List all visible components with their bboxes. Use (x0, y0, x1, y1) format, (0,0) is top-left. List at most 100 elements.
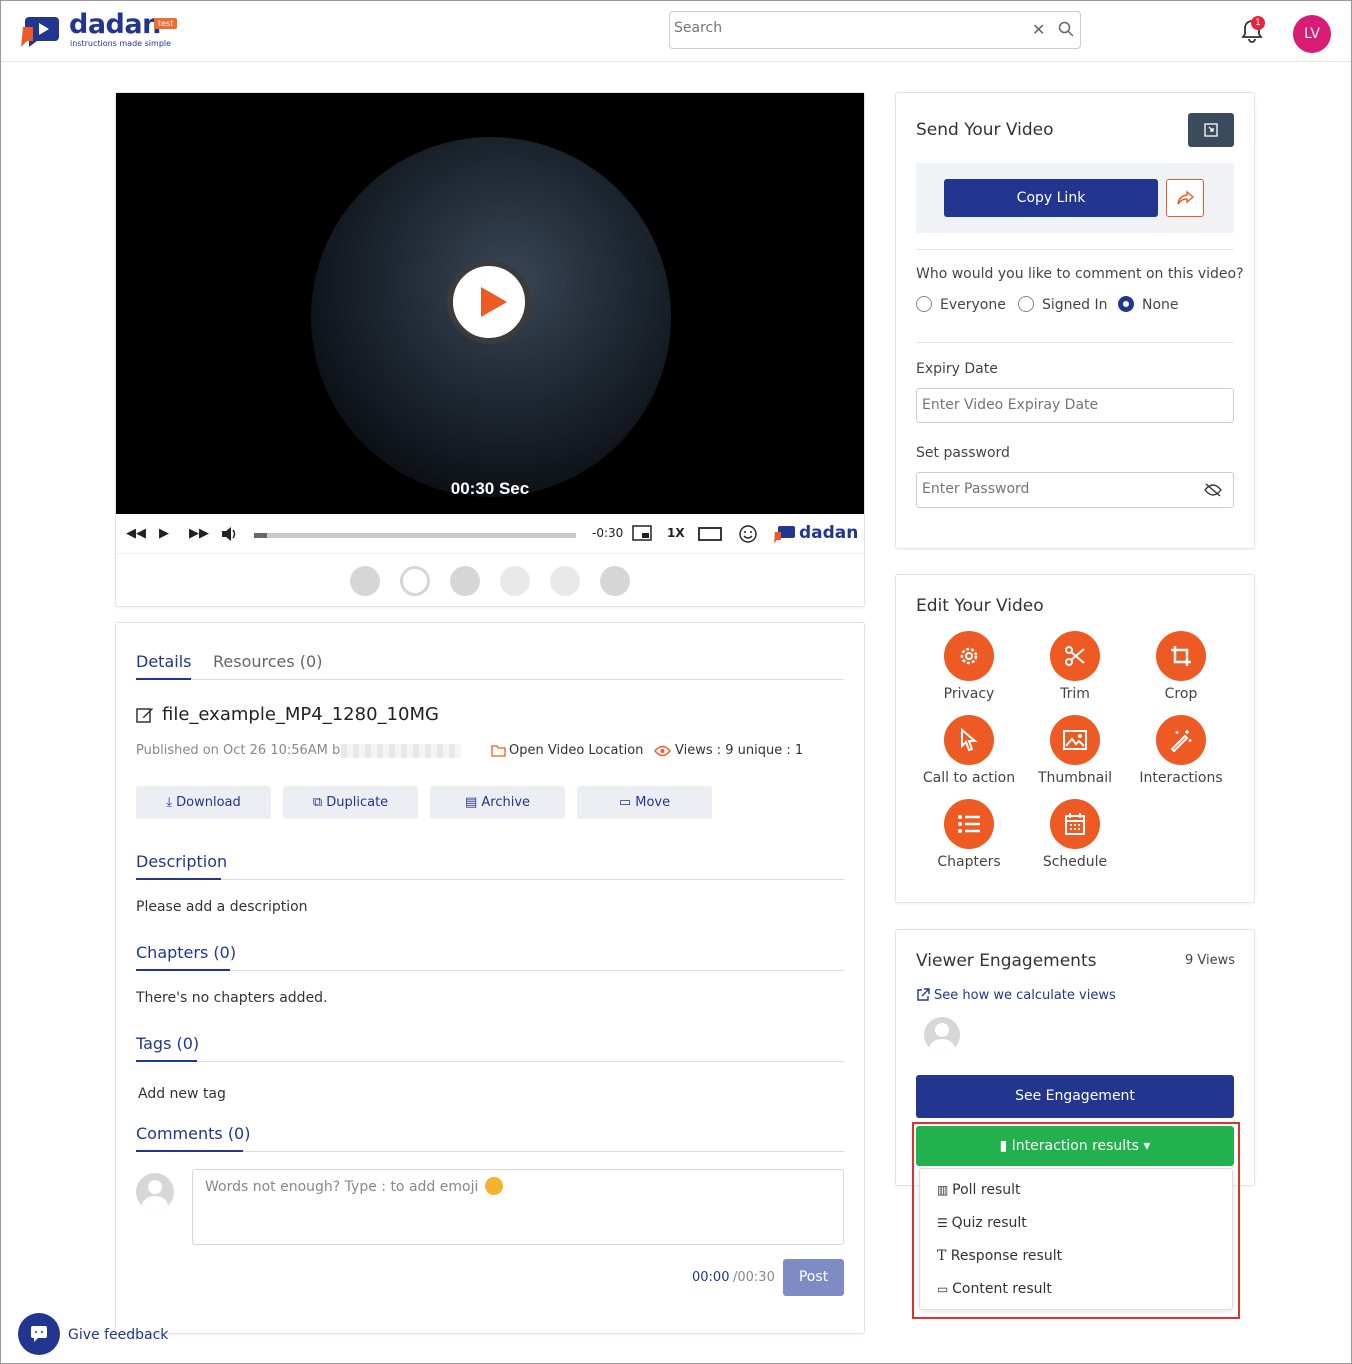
fast-forward-icon[interactable]: ▶▶ (189, 526, 209, 541)
copy-link-button[interactable]: Copy Link (944, 179, 1158, 217)
chapters-label[interactable]: Chapters (914, 854, 1024, 870)
call-to-action-label[interactable]: Call to action (914, 770, 1024, 786)
move-button[interactable]: ▭ Move (577, 786, 712, 819)
poll-result-label: Poll result (952, 1182, 1021, 1198)
like-reaction-icon[interactable] (350, 566, 380, 596)
edit-title-icon[interactable] (136, 706, 154, 724)
crop-button[interactable] (1156, 631, 1206, 681)
chapters-button[interactable] (944, 799, 994, 849)
emoji-icon[interactable] (739, 525, 757, 543)
player-controls: ◀◀ ▶ ▶▶ -0:30 1X dadan (116, 514, 864, 554)
schedule-button[interactable] (1050, 799, 1100, 849)
logo-text[interactable]: dadan (69, 9, 161, 40)
progress-fill (254, 533, 267, 538)
section-underline (136, 878, 221, 880)
volume-icon[interactable] (220, 525, 238, 543)
radio-none-label[interactable]: None (1142, 297, 1179, 313)
archive-label: Archive (481, 795, 531, 810)
progress-bar[interactable] (254, 533, 576, 538)
wow-reaction-icon[interactable] (500, 566, 530, 596)
trim-button[interactable] (1050, 631, 1100, 681)
menu-item-content-result[interactable]: ▭ Content result (937, 1281, 1052, 1297)
heart-reaction-icon[interactable] (400, 566, 430, 596)
duplicate-label: Duplicate (326, 795, 389, 810)
search-icon[interactable] (1058, 21, 1074, 37)
env-tag: test (154, 18, 178, 29)
eye-slash-icon[interactable] (1204, 483, 1222, 497)
password-field (916, 472, 1234, 508)
play-icon[interactable]: ▶ (159, 526, 169, 541)
user-avatar[interactable]: LV (1293, 15, 1331, 53)
laugh-reaction-icon[interactable] (450, 566, 480, 596)
comment-permission-question: Who would you like to comment on this vi… (916, 266, 1244, 282)
clear-icon[interactable]: ✕ (1032, 20, 1045, 39)
description-text[interactable]: Please add a description (136, 899, 308, 915)
list-icon: ☰ (937, 1216, 952, 1230)
menu-item-poll-result[interactable]: ▥ Poll result (937, 1182, 1021, 1198)
feedback-button[interactable] (18, 1313, 60, 1355)
give-feedback-link[interactable]: Give feedback (68, 1327, 168, 1343)
rewind-icon[interactable]: ◀◀ (126, 526, 146, 541)
export-button[interactable] (1188, 113, 1234, 147)
download-button[interactable]: ⤓ Download (136, 786, 271, 819)
folder-icon: ▭ (618, 795, 636, 810)
radio-none[interactable] (1118, 296, 1134, 312)
privacy-button[interactable] (944, 631, 994, 681)
text-icon: T (937, 1248, 951, 1264)
picture-in-picture-icon[interactable] (632, 525, 652, 541)
open-location-link[interactable]: Open Video Location (509, 743, 643, 758)
top-header: dadan test instructions made simple ✕ 1 … (1, 1, 1351, 62)
expiry-date-input[interactable] (922, 397, 1182, 413)
menu-item-response-result[interactable]: T Response result (937, 1248, 1062, 1264)
interactions-button[interactable] (1156, 715, 1206, 765)
download-icon: ⤓ (166, 795, 177, 810)
divider (136, 879, 844, 880)
tab-details[interactable]: Details (136, 652, 191, 671)
post-button[interactable]: Post (783, 1259, 844, 1296)
magic-wand-icon (1170, 730, 1192, 752)
logo-icon[interactable] (21, 15, 63, 47)
folder-icon (491, 745, 506, 757)
external-link-icon (917, 988, 930, 1001)
call-to-action-button[interactable] (944, 715, 994, 765)
pointer-icon (961, 728, 978, 752)
comment-textarea[interactable]: Words not enough? Type : to add emoji (192, 1169, 844, 1245)
video-player[interactable]: 00:30 Sec (116, 93, 864, 514)
password-input[interactable] (922, 481, 1182, 497)
views-calculation-link[interactable]: See how we calculate views (934, 988, 1116, 1003)
comment-duration: /00:30 (733, 1270, 775, 1285)
sad-reaction-icon[interactable] (550, 566, 580, 596)
share-button[interactable] (1166, 179, 1204, 217)
radio-everyone[interactable] (916, 296, 932, 312)
interaction-results-dropdown[interactable]: ▮ Interaction results ▾ (916, 1126, 1234, 1166)
add-tag-input[interactable]: Add new tag (138, 1086, 226, 1102)
privacy-label[interactable]: Privacy (914, 686, 1024, 702)
viewer-avatar[interactable] (924, 1017, 960, 1053)
thumbnail-button[interactable] (1050, 715, 1100, 765)
duplicate-button[interactable]: ⧉ Duplicate (283, 786, 418, 819)
share-icon (1177, 190, 1195, 205)
menu-item-quiz-result[interactable]: ☰ Quiz result (937, 1215, 1027, 1231)
angry-reaction-icon[interactable] (600, 566, 630, 596)
trim-label[interactable]: Trim (1020, 686, 1130, 702)
interactions-label[interactable]: Interactions (1126, 770, 1236, 786)
divider (136, 970, 844, 971)
brand-logo-icon[interactable] (774, 525, 796, 543)
archive-button[interactable]: ▤ Archive (430, 786, 565, 819)
theater-mode-icon[interactable] (698, 527, 722, 541)
expiry-date-label: Expiry Date (916, 361, 998, 377)
chat-icon (31, 1326, 47, 1342)
schedule-label[interactable]: Schedule (1020, 854, 1130, 870)
duplicate-icon: ⧉ (312, 795, 327, 810)
playback-speed[interactable]: 1X (667, 526, 685, 540)
thumbnail-label[interactable]: Thumbnail (1020, 770, 1130, 786)
eye-icon (654, 745, 671, 757)
radio-signed-in-label[interactable]: Signed In (1042, 297, 1108, 313)
radio-signed-in[interactable] (1018, 296, 1034, 312)
crop-label[interactable]: Crop (1126, 686, 1236, 702)
tab-resources[interactable]: Resources (0) (213, 652, 322, 671)
engagements-title: Viewer Engagements (916, 951, 1097, 971)
radio-everyone-label[interactable]: Everyone (940, 297, 1006, 313)
search-input[interactable] (674, 20, 1014, 36)
see-engagement-button[interactable]: See Engagement (916, 1075, 1234, 1118)
